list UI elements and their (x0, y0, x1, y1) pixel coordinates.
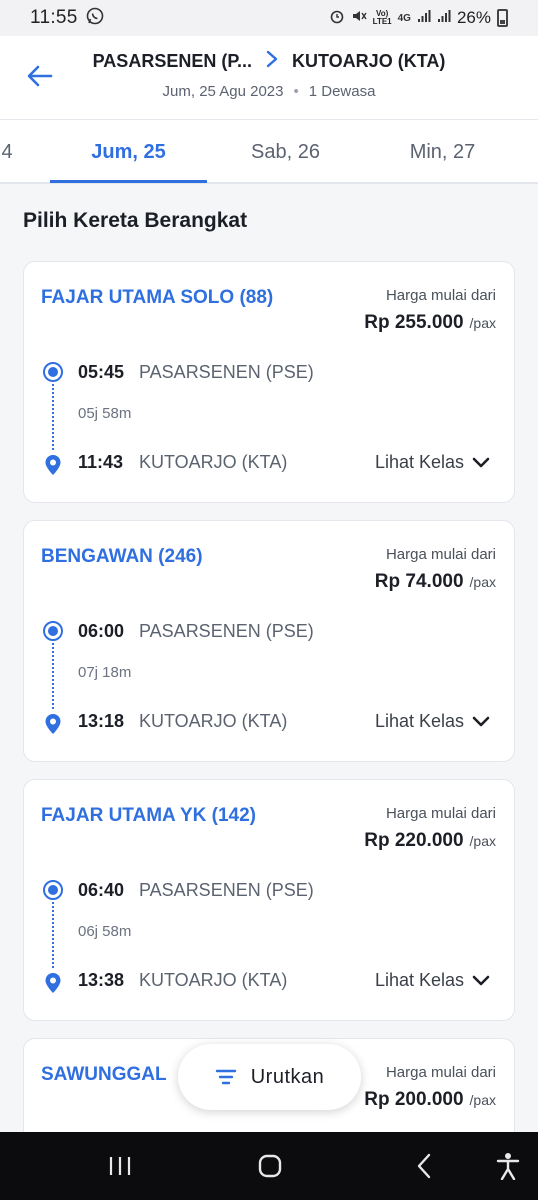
departure-icon (43, 880, 63, 900)
price-row: Rp 74.000 /pax (375, 571, 496, 593)
destination-station: KUTOARJO (KTA) (292, 50, 446, 71)
chevron-down-icon (472, 975, 490, 985)
volte-indicator: Vo) LTE1 (372, 9, 392, 26)
accessibility-button[interactable] (480, 1132, 536, 1200)
arrival-time: 13:18 (78, 711, 125, 731)
departure-time: 06:40 (78, 880, 125, 900)
home-button[interactable] (240, 1132, 300, 1200)
trip-summary: Jum, 25 Agu 2023 • 1 Dewasa (0, 83, 538, 100)
tab-date-min-27[interactable]: Min, 27 (364, 120, 521, 184)
arrival-station: KUTOARJO (KTA) (139, 711, 288, 731)
chevron-down-icon (472, 716, 490, 726)
trip-duration: 06j 58m (78, 923, 132, 940)
recent-apps-icon (109, 1157, 131, 1175)
pax-label: /pax (469, 1092, 496, 1108)
train-name: FAJAR UTAMA SOLO (88) (41, 287, 274, 308)
departure-icon (43, 621, 63, 641)
price-label: Harga mulai dari (385, 546, 496, 563)
train-card[interactable]: FAJAR UTAMA SOLO (88) Harga mulai dari R… (23, 261, 515, 503)
alarm-icon (329, 8, 345, 29)
chevron-right-icon (266, 48, 278, 74)
price-row: Rp 200.000 /pax (364, 1089, 496, 1111)
train-name: BENGAWAN (246) (41, 546, 203, 567)
train-name: FAJAR UTAMA YK (142) (41, 805, 257, 826)
chevron-down-icon (472, 457, 490, 467)
route-line (52, 643, 54, 709)
location-pin-icon (45, 455, 61, 475)
arrival-time: 13:38 (78, 970, 125, 990)
price: Rp 200.000 (364, 1089, 464, 1110)
arrival-time: 11:43 (78, 452, 124, 472)
tab-date-jum-25[interactable]: Jum, 25 (50, 120, 207, 184)
location-pin-icon (45, 973, 61, 993)
arrival-station: KUTOARJO (KTA) (139, 452, 288, 472)
battery-percent: 26% (456, 8, 491, 27)
back-chevron-icon (417, 1153, 431, 1179)
active-tab-indicator (50, 180, 207, 183)
mute-icon (351, 8, 367, 29)
price-label: Harga mulai dari (385, 805, 496, 822)
route-title: PASARSENEN (P... KUTOARJO (KTA) (0, 48, 538, 74)
pax-label: /pax (469, 315, 496, 331)
recent-apps-button[interactable] (90, 1132, 150, 1200)
sort-icon (215, 1069, 236, 1085)
header: PASARSENEN (P... KUTOARJO (KTA) Jum, 25 … (0, 36, 538, 120)
departure-icon (43, 362, 63, 382)
pax-label: /pax (469, 574, 496, 590)
departure-time: 05:45 (78, 362, 125, 382)
dot-separator: • (293, 83, 299, 100)
system-nav-bar (0, 1132, 538, 1200)
signal-icon-2 (437, 8, 451, 28)
train-name: SAWUNGGAL (41, 1064, 167, 1085)
price: Rp 255.000 (364, 312, 464, 333)
whatsapp-icon (86, 7, 104, 30)
passenger-count: 1 Dewasa (308, 83, 376, 100)
train-card[interactable]: BENGAWAN (246) Harga mulai dari Rp 74.00… (23, 520, 515, 762)
origin-station: PASARSENEN (P... (92, 50, 253, 71)
departure-time: 06:00 (78, 621, 125, 641)
status-time: 11:55 (30, 7, 78, 28)
departure-station: PASARSENEN (PSE) (139, 621, 314, 641)
price-label: Harga mulai dari (385, 287, 496, 304)
departure-station: PASARSENEN (PSE) (139, 362, 314, 382)
date-tabs: 4 Jum, 25 Sab, 26 Min, 27 (0, 120, 538, 184)
section-title: Pilih Kereta Berangkat (23, 209, 248, 232)
arrival-station: KUTOARJO (KTA) (139, 970, 288, 990)
price-row: Rp 255.000 /pax (364, 312, 496, 334)
price-label: Harga mulai dari (385, 1064, 496, 1081)
departure-station: PASARSENEN (PSE) (139, 880, 314, 900)
price: Rp 74.000 (374, 571, 464, 592)
view-class-button[interactable]: Lihat Kelas (375, 970, 490, 991)
location-pin-icon (45, 714, 61, 734)
pax-label: /pax (469, 833, 496, 849)
tab-date-prev[interactable]: 4 (0, 120, 14, 184)
battery-icon (497, 9, 508, 27)
trip-date: Jum, 25 Agu 2023 (162, 83, 284, 100)
sort-button[interactable]: Urutkan (178, 1044, 361, 1110)
tab-date-sab-26[interactable]: Sab, 26 (207, 120, 364, 184)
train-card[interactable]: FAJAR UTAMA YK (142) Harga mulai dari Rp… (23, 779, 515, 1021)
trip-duration: 07j 18m (78, 664, 132, 681)
accessibility-icon (496, 1153, 520, 1180)
back-nav-button[interactable] (394, 1132, 454, 1200)
status-bar: 11:55 Vo) LTE1 4G 26% (0, 0, 538, 36)
home-icon (258, 1154, 282, 1178)
trip-duration: 05j 58m (78, 405, 132, 422)
route-line (52, 902, 54, 968)
price-row: Rp 220.000 /pax (364, 830, 496, 852)
price: Rp 220.000 (364, 830, 464, 851)
signal-icon (417, 8, 431, 28)
network-type: 4G (397, 12, 411, 24)
route-line (52, 384, 54, 450)
sort-label: Urutkan (250, 1065, 325, 1088)
view-class-button[interactable]: Lihat Kelas (375, 711, 490, 732)
view-class-button[interactable]: Lihat Kelas (375, 452, 490, 473)
